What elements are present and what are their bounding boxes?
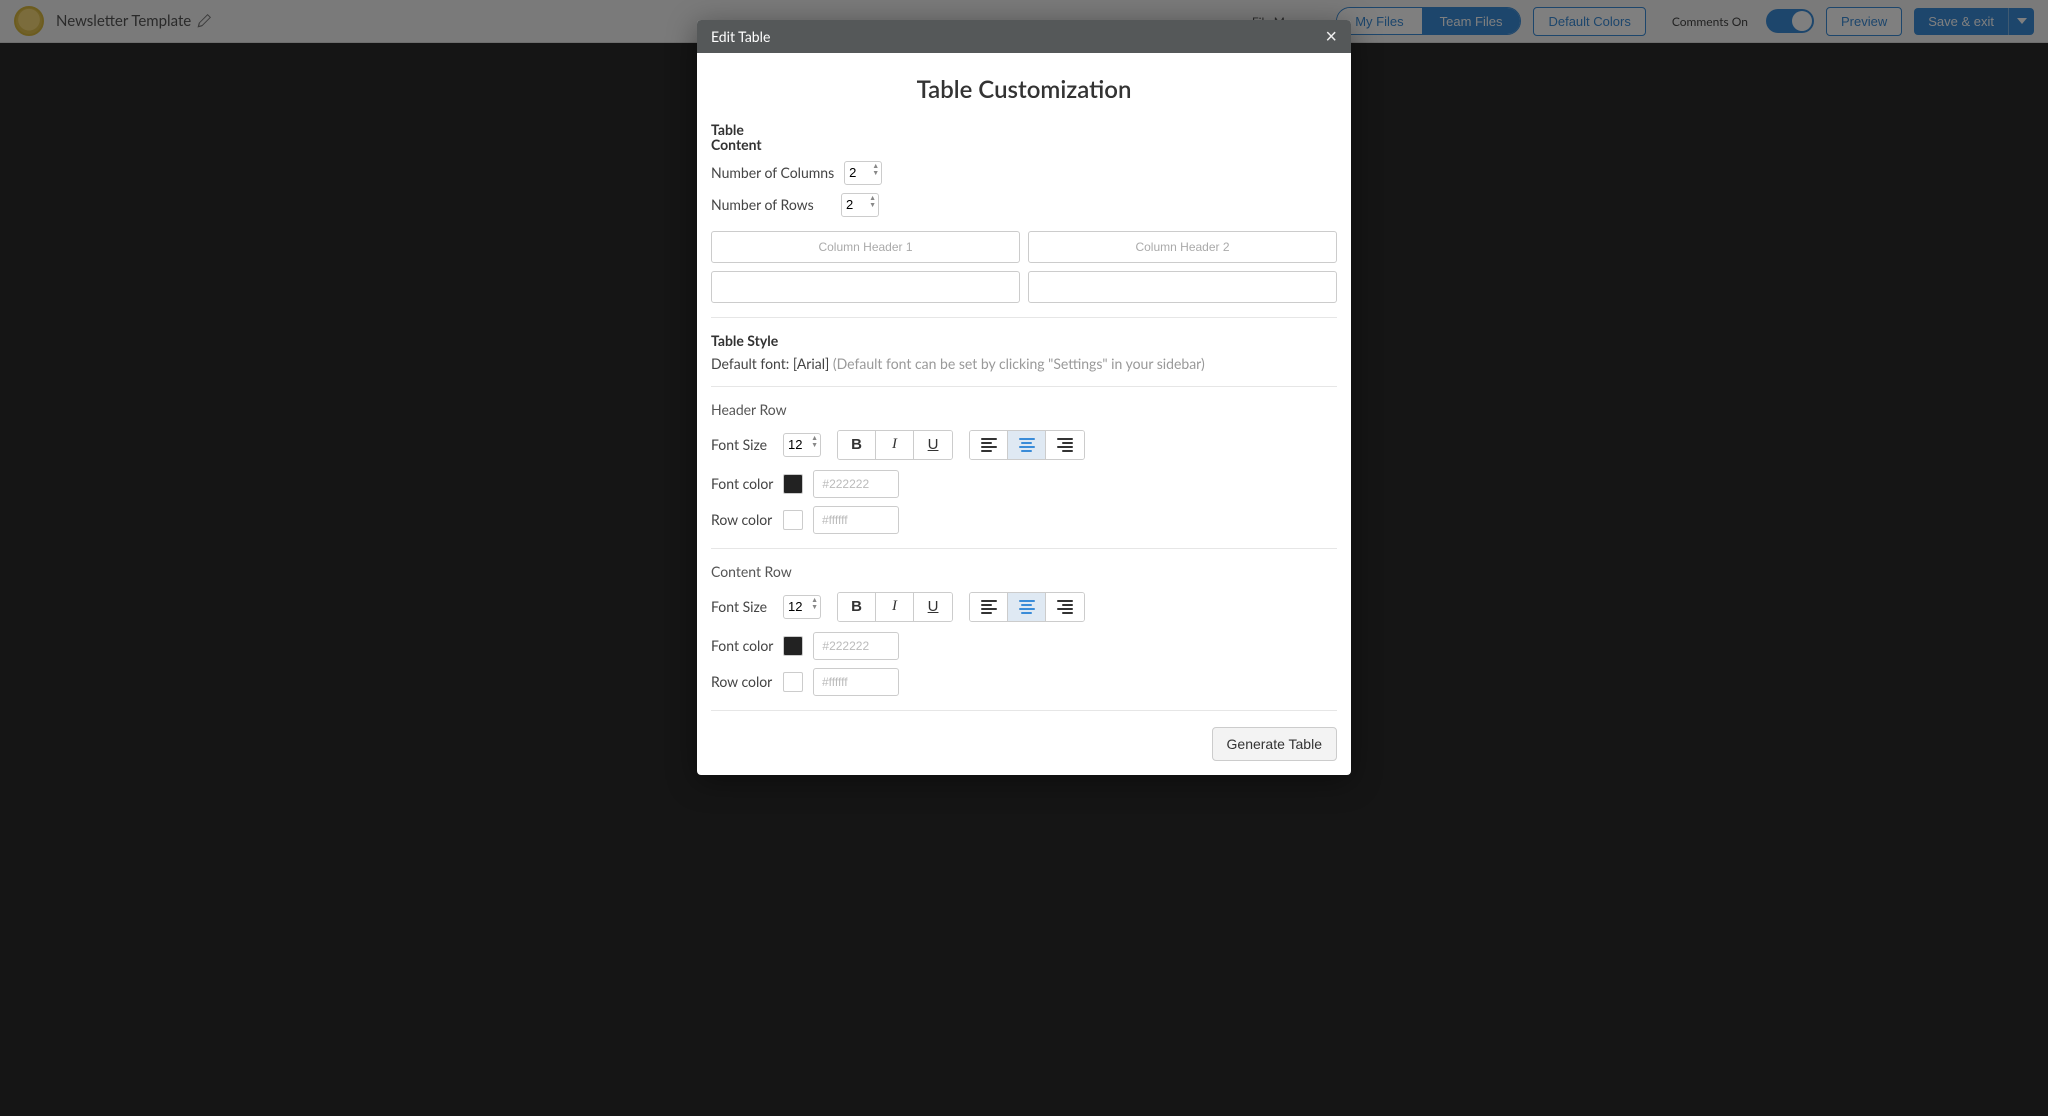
- edit-table-modal: Edit Table × Table Customization Table C…: [697, 20, 1351, 775]
- content-font-size-input[interactable]: [783, 595, 821, 619]
- num-rows-label: Number of Rows: [711, 196, 831, 213]
- header-font-color-input[interactable]: [813, 470, 899, 498]
- header-row-color-input[interactable]: [813, 506, 899, 534]
- default-font-line: Default font: [Arial] (Default font can …: [711, 355, 1337, 372]
- num-columns-label: Number of Columns: [711, 164, 834, 181]
- header-row-color-swatch[interactable]: [783, 510, 803, 530]
- content-align-left-button[interactable]: [970, 593, 1008, 621]
- table-content-heading: Table Content: [711, 122, 771, 153]
- content-font-color-label: Font color: [711, 637, 773, 654]
- divider: [711, 386, 1337, 387]
- content-row-color-label: Row color: [711, 673, 773, 690]
- header-underline-button[interactable]: U: [914, 431, 952, 459]
- header-align-center-button[interactable]: [1008, 431, 1046, 459]
- content-italic-button[interactable]: I: [876, 593, 914, 621]
- header-align-left-button[interactable]: [970, 431, 1008, 459]
- header-font-color-label: Font color: [711, 475, 773, 492]
- cell-r1-c1-input[interactable]: [711, 271, 1020, 303]
- header-font-color-swatch[interactable]: [783, 474, 803, 494]
- align-center-icon: [1019, 436, 1035, 454]
- divider: [711, 317, 1337, 318]
- column-header-1-input[interactable]: [711, 231, 1020, 263]
- content-bold-button[interactable]: B: [838, 593, 876, 621]
- align-right-icon: [1057, 598, 1073, 616]
- modal-header-title: Edit Table: [711, 28, 770, 45]
- num-rows-input[interactable]: [841, 193, 879, 217]
- default-font-hint: (Default font can be set by clicking "Se…: [833, 355, 1205, 372]
- content-style-group: B I U: [837, 592, 953, 622]
- align-right-icon: [1057, 436, 1073, 454]
- header-row-color-label: Row color: [711, 511, 773, 528]
- content-underline-button[interactable]: U: [914, 593, 952, 621]
- content-row-color-swatch[interactable]: [783, 672, 803, 692]
- content-align-right-button[interactable]: [1046, 593, 1084, 621]
- align-center-icon: [1019, 598, 1035, 616]
- header-italic-button[interactable]: I: [876, 431, 914, 459]
- modal-title: Table Customization: [711, 75, 1337, 104]
- align-left-icon: [981, 598, 997, 616]
- content-row-heading: Content Row: [711, 563, 1337, 580]
- generate-table-button[interactable]: Generate Table: [1212, 727, 1337, 761]
- header-font-size-input[interactable]: [783, 433, 821, 457]
- table-cells-grid: [711, 231, 1337, 303]
- divider: [711, 710, 1337, 711]
- default-font-prefix: Default font: [Arial]: [711, 355, 833, 372]
- close-icon[interactable]: ×: [1325, 30, 1337, 44]
- header-style-group: B I U: [837, 430, 953, 460]
- content-font-color-swatch[interactable]: [783, 636, 803, 656]
- content-font-size-label: Font Size: [711, 598, 767, 615]
- modal-footer: Generate Table: [697, 717, 1351, 775]
- align-left-icon: [981, 436, 997, 454]
- num-columns-input[interactable]: [844, 161, 882, 185]
- divider: [711, 548, 1337, 549]
- header-align-group: [969, 430, 1085, 460]
- header-font-size-label: Font Size: [711, 436, 767, 453]
- content-row-color-input[interactable]: [813, 668, 899, 696]
- table-style-heading: Table Style: [711, 332, 1337, 349]
- header-bold-button[interactable]: B: [838, 431, 876, 459]
- content-font-color-input[interactable]: [813, 632, 899, 660]
- modal-header: Edit Table ×: [697, 20, 1351, 53]
- header-row-heading: Header Row: [711, 401, 1337, 418]
- cell-r1-c2-input[interactable]: [1028, 271, 1337, 303]
- header-align-right-button[interactable]: [1046, 431, 1084, 459]
- column-header-2-input[interactable]: [1028, 231, 1337, 263]
- content-align-group: [969, 592, 1085, 622]
- content-align-center-button[interactable]: [1008, 593, 1046, 621]
